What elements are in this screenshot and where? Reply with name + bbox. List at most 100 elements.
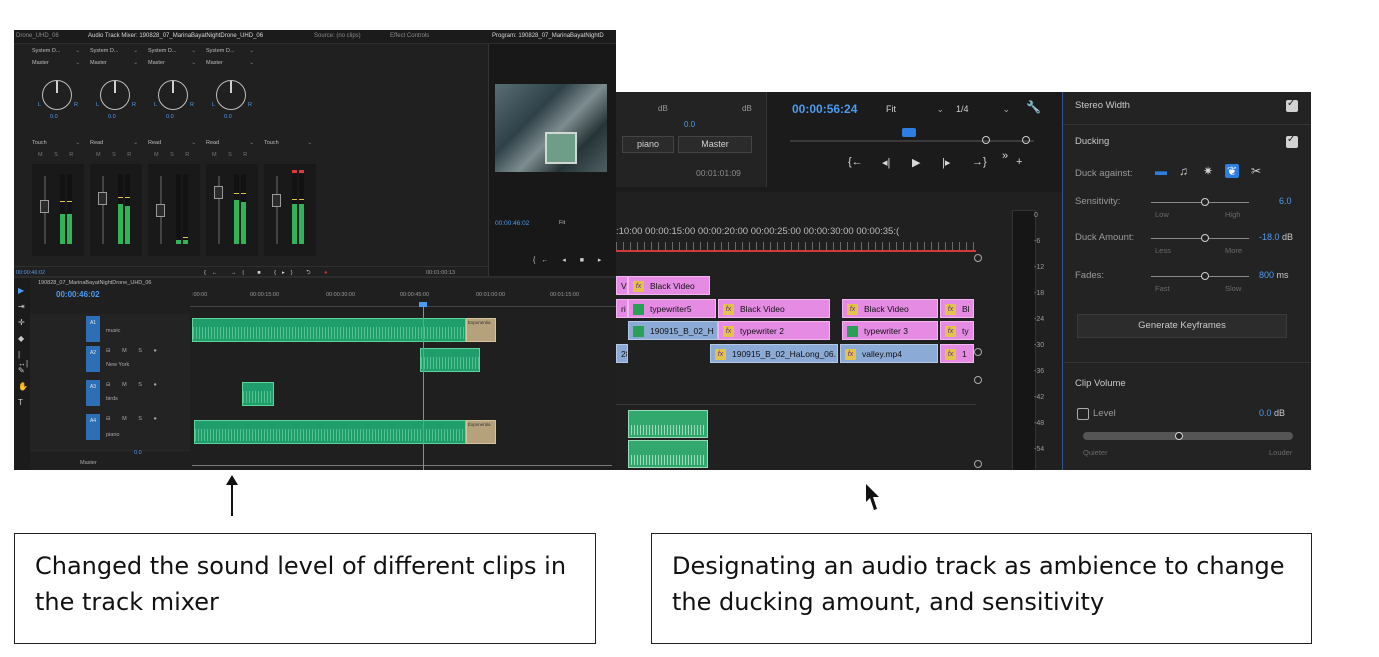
more-controls-icon[interactable]: » <box>1002 150 1008 162</box>
video-clip[interactable]: ri <box>616 299 628 318</box>
pan-knob[interactable] <box>100 80 130 110</box>
pan-value[interactable]: 0.0 <box>166 114 174 120</box>
output-dropdown[interactable]: Master ⌄ <box>206 58 258 68</box>
pan-value[interactable]: 0.0 <box>108 114 116 120</box>
dialogue-icon[interactable]: ▬ <box>1155 164 1167 178</box>
time-ruler[interactable]: :00:00 00:00:15:00 00:00:30:00 00:00:45:… <box>190 292 616 307</box>
go-to-in-icon[interactable]: {← <box>848 156 863 168</box>
video-clip-black-video[interactable]: fx Bl <box>940 299 974 318</box>
output-dropdown[interactable]: Master ⌄ <box>90 58 142 68</box>
generate-keyframes-button[interactable]: Generate Keyframes <box>1077 314 1287 338</box>
sfx-icon[interactable]: ✷ <box>1203 164 1213 178</box>
scroll-knob[interactable] <box>974 460 982 468</box>
video-clip-typewriter-3[interactable]: typewriter 3 <box>842 321 938 340</box>
crossfade-exponential[interactable]: Exponentia <box>466 420 496 444</box>
master-volume-line[interactable] <box>192 465 612 466</box>
fit-dropdown[interactable]: Fit ⌄ <box>886 102 948 116</box>
mute-solo-voice[interactable]: ⊟ M S ● <box>106 382 162 388</box>
level-checkbox[interactable] <box>1077 408 1089 420</box>
mute-solo-record[interactable]: M S R <box>212 152 252 158</box>
scrub-bar[interactable] <box>790 140 1034 142</box>
program-timecode[interactable]: 00:00:46:02 <box>495 220 529 227</box>
add-button-icon[interactable]: + <box>1016 156 1022 168</box>
routing-dropdown[interactable]: System D... ⌄ <box>90 46 142 56</box>
duck-amount-slider-thumb[interactable] <box>1201 234 1209 242</box>
go-to-out-icon[interactable]: →} <box>972 156 987 168</box>
video-clip[interactable]: V <box>616 276 628 295</box>
pan-value[interactable]: 0.0 <box>224 114 232 120</box>
pan-knob[interactable] <box>158 80 188 110</box>
volume-fader[interactable] <box>98 192 107 205</box>
volume-fader[interactable] <box>272 194 281 207</box>
mute-solo-record[interactable]: M S R <box>154 152 194 158</box>
duck-amount-value[interactable]: -18.0 dB <box>1259 232 1293 242</box>
time-ruler[interactable]: :10:00 00:00:15:00 00:00:20:00 00:00:25:… <box>616 222 976 252</box>
video-clip-black-video[interactable]: fx Black Video <box>842 299 938 318</box>
video-clip-black-video[interactable]: fx Black Video <box>628 276 710 295</box>
mute-solo-voice[interactable]: ⊟ M S ● <box>106 416 162 422</box>
automation-dropdown[interactable]: Touch ⌄ <box>32 138 84 148</box>
sensitivity-slider[interactable] <box>1151 202 1249 203</box>
tab-sequence[interactable]: Drone_UHD_06 <box>16 30 59 43</box>
level-value[interactable]: 0.0 dB <box>1259 408 1285 418</box>
zoom-handle[interactable] <box>1022 136 1030 144</box>
automation-dropdown[interactable]: Read ⌄ <box>148 138 200 148</box>
track-target-a3[interactable]: A3 <box>86 380 100 406</box>
pan-knob[interactable] <box>216 80 246 110</box>
ripple-edit-tool-icon[interactable]: ✛ <box>18 318 25 327</box>
video-clip[interactable]: 28 <box>616 344 628 363</box>
tab-audio-track-mixer[interactable]: Audio Track Mixer: 190828_07_MarinaBayat… <box>88 30 263 43</box>
pen-tool-icon[interactable]: ✎ <box>18 366 25 375</box>
audio-clip[interactable] <box>628 410 708 438</box>
level-slider[interactable] <box>1083 432 1293 440</box>
scroll-knob[interactable] <box>974 376 982 384</box>
pan-knob[interactable] <box>42 80 72 110</box>
video-clip-typewriter[interactable]: fx ty <box>940 321 974 340</box>
routing-dropdown[interactable]: System D... ⌄ <box>148 46 200 56</box>
volume-fader[interactable] <box>214 186 223 199</box>
selection-tool-icon[interactable]: ▶ <box>18 286 24 295</box>
sensitivity-value[interactable]: 6.0 <box>1279 196 1292 206</box>
playback-resolution-dropdown[interactable]: 1/4 ⌄ <box>956 102 1014 116</box>
output-dropdown[interactable]: Master ⌄ <box>148 58 200 68</box>
video-clip-typewriter5[interactable]: typewriter5 <box>628 299 716 318</box>
program-transport[interactable]: {← ◂ ■ ▸ <box>533 256 607 264</box>
track-header-a2[interactable]: A2 ⊟ M S ● New York <box>30 344 190 379</box>
hand-tool-icon[interactable]: ✋ <box>18 382 28 391</box>
video-clip-typewriter-2[interactable]: fx typewriter 2 <box>718 321 830 340</box>
video-clip-valley[interactable]: fx valley.mp4 <box>840 344 938 363</box>
crossfade-exponential[interactable]: Exponentia <box>466 318 496 342</box>
mute-solo-record[interactable]: M S R <box>38 152 78 158</box>
volume-fader[interactable] <box>156 204 165 217</box>
stereo-width-checkbox[interactable] <box>1286 98 1298 112</box>
output-dropdown[interactable]: Master ⌄ <box>32 58 84 68</box>
automation-dropdown[interactable]: Read ⌄ <box>90 138 142 148</box>
program-timecode[interactable]: 00:00:56:24 <box>792 102 857 116</box>
mute-solo-voice[interactable]: ⊟ M S ● <box>106 348 162 354</box>
pan-value[interactable]: 0.0 <box>50 114 58 120</box>
level-slider-thumb[interactable] <box>1175 432 1183 440</box>
fades-slider-thumb[interactable] <box>1201 272 1209 280</box>
tab-source[interactable]: Source: (no clips) <box>314 30 361 43</box>
zoom-handle[interactable] <box>982 136 990 144</box>
video-clip-black-video[interactable]: fx Black Video <box>718 299 830 318</box>
track-target-a1[interactable]: A1 <box>86 316 100 342</box>
scroll-knob[interactable] <box>974 254 982 262</box>
play-icon[interactable]: ▶ <box>912 156 920 169</box>
audio-clip-music[interactable] <box>192 318 466 342</box>
mute-solo-record[interactable]: M S R <box>96 152 136 158</box>
step-forward-icon[interactable]: |▸ <box>942 156 950 169</box>
track-target-a4[interactable]: A4 <box>86 414 100 440</box>
video-clip-190915-b-02-h[interactable]: 190915_B_02_H <box>628 321 718 340</box>
step-back-icon[interactable]: ◂| <box>882 156 890 169</box>
duck-amount-slider[interactable] <box>1151 238 1249 239</box>
track-header-a1[interactable]: A1 music <box>30 314 190 345</box>
track-select-tool-icon[interactable]: ⇥ <box>18 302 25 311</box>
fades-slider[interactable] <box>1151 276 1249 277</box>
razor-tool-icon[interactable]: ◆ <box>18 334 24 343</box>
volume-fader[interactable] <box>40 200 49 213</box>
track-header-a3[interactable]: A3 ⊟ M S ● birds <box>30 378 190 413</box>
ducking-checkbox[interactable] <box>1286 134 1298 148</box>
wrench-icon[interactable]: 🔧 <box>1026 100 1041 114</box>
audio-clip-birds[interactable] <box>242 382 274 406</box>
